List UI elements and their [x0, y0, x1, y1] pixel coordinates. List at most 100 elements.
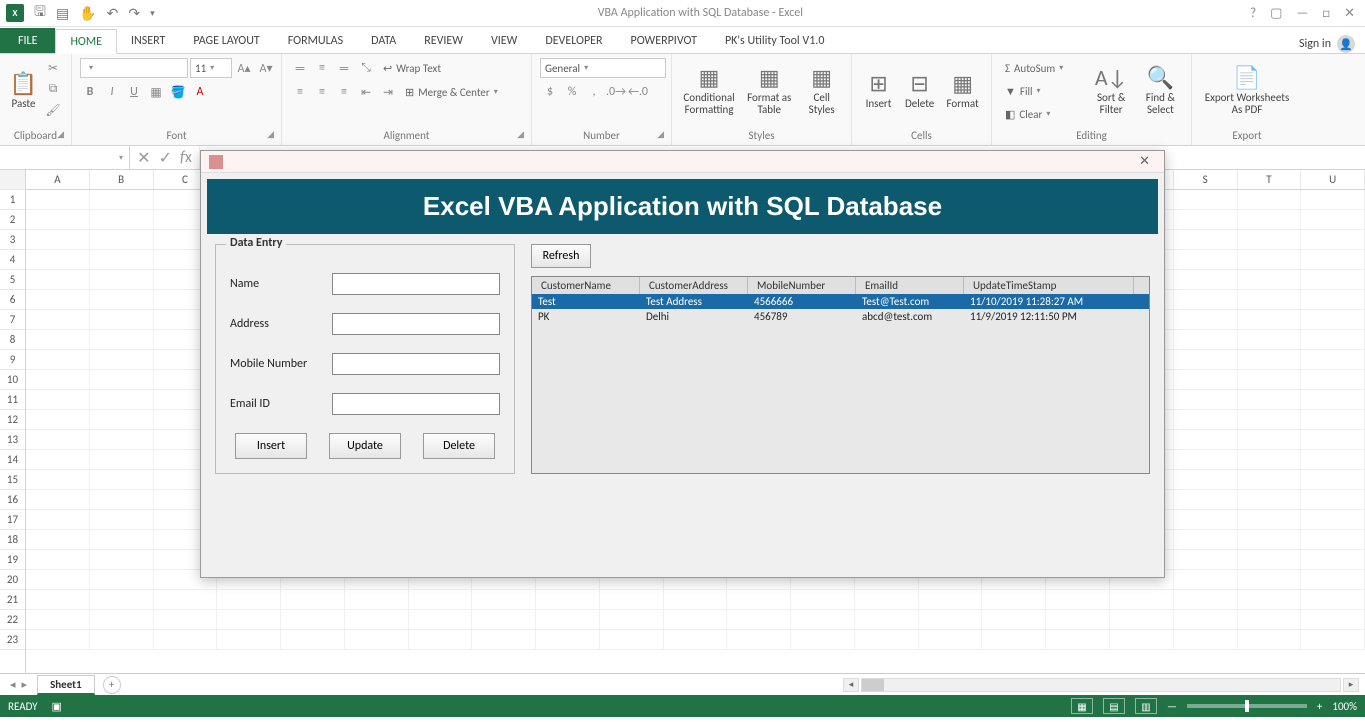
- userform-titlebar[interactable]: ✕: [201, 151, 1164, 173]
- row-header[interactable]: 10: [0, 370, 25, 390]
- cell[interactable]: [281, 590, 345, 610]
- tab-pk-utility[interactable]: PK's Utility Tool V1.0: [711, 28, 838, 53]
- bold-button[interactable]: B: [80, 82, 100, 102]
- column-header[interactable]: T: [1238, 170, 1302, 189]
- zoom-in-icon[interactable]: +: [1317, 700, 1322, 713]
- cell[interactable]: [1301, 490, 1365, 510]
- cell[interactable]: [90, 570, 154, 590]
- align-middle-icon[interactable]: ≡: [312, 58, 332, 78]
- tab-nav-first-icon[interactable]: ◂: [10, 678, 16, 691]
- zoom-level[interactable]: 100%: [1332, 700, 1357, 713]
- cell[interactable]: [1238, 330, 1302, 350]
- list-col-emailid[interactable]: EmailId: [856, 277, 964, 294]
- cell[interactable]: [1301, 210, 1365, 230]
- column-header[interactable]: S: [1174, 170, 1238, 189]
- cell[interactable]: [1301, 410, 1365, 430]
- cell[interactable]: [26, 250, 90, 270]
- cell[interactable]: [1174, 350, 1238, 370]
- cell[interactable]: [600, 630, 664, 650]
- cell[interactable]: [1238, 610, 1302, 630]
- align-right-icon[interactable]: ≡: [334, 82, 354, 102]
- cell[interactable]: [982, 630, 1046, 650]
- cell[interactable]: [536, 630, 600, 650]
- horizontal-scrollbar[interactable]: ◂ ▸: [121, 678, 1365, 692]
- cell[interactable]: [1238, 570, 1302, 590]
- open-icon[interactable]: ▤: [56, 5, 69, 22]
- cell[interactable]: [791, 630, 855, 650]
- cell[interactable]: [90, 530, 154, 550]
- cell[interactable]: [1046, 610, 1110, 630]
- cell[interactable]: [1238, 230, 1302, 250]
- cell[interactable]: [727, 590, 791, 610]
- cell[interactable]: [26, 390, 90, 410]
- row-header[interactable]: 13: [0, 430, 25, 450]
- cell[interactable]: [1301, 510, 1365, 530]
- cell[interactable]: [26, 410, 90, 430]
- cell[interactable]: [1238, 250, 1302, 270]
- cell[interactable]: [26, 290, 90, 310]
- tab-review[interactable]: REVIEW: [410, 28, 477, 53]
- cell[interactable]: [1301, 550, 1365, 570]
- update-button[interactable]: Update: [329, 433, 401, 459]
- cell[interactable]: [90, 610, 154, 630]
- sheet-tab[interactable]: Sheet1: [37, 675, 95, 695]
- cell[interactable]: [1238, 550, 1302, 570]
- cell[interactable]: [1174, 370, 1238, 390]
- cell[interactable]: [1174, 450, 1238, 470]
- cell[interactable]: [1046, 590, 1110, 610]
- clipboard-launcher-icon[interactable]: ◢: [57, 129, 64, 140]
- cell[interactable]: [1174, 630, 1238, 650]
- cell[interactable]: [1301, 570, 1365, 590]
- insert-cells-button[interactable]: ⊞Insert: [860, 58, 897, 124]
- font-color-button[interactable]: A: [190, 82, 210, 102]
- list-row[interactable]: Test Test Address 4566666 Test@Test.com …: [532, 294, 1149, 309]
- cell[interactable]: [26, 490, 90, 510]
- cell[interactable]: [1238, 450, 1302, 470]
- cell[interactable]: [281, 630, 345, 650]
- cell[interactable]: [26, 310, 90, 330]
- decrease-font-icon[interactable]: A▾: [256, 58, 276, 78]
- increase-font-icon[interactable]: A▴: [234, 58, 254, 78]
- cancel-fx-icon[interactable]: ✕: [137, 148, 150, 168]
- cell[interactable]: [664, 630, 728, 650]
- cell[interactable]: [90, 190, 154, 210]
- delete-cells-button[interactable]: ⊟Delete: [901, 58, 938, 124]
- scroll-left-icon[interactable]: ◂: [843, 678, 859, 692]
- row-header[interactable]: 2: [0, 210, 25, 230]
- find-select-button[interactable]: 🔍Find & Select: [1138, 58, 1183, 124]
- enter-fx-icon[interactable]: ✓: [159, 148, 172, 168]
- tab-data[interactable]: DATA: [357, 28, 410, 53]
- row-header[interactable]: 14: [0, 450, 25, 470]
- row-header[interactable]: 1: [0, 190, 25, 210]
- help-icon[interactable]: ?: [1250, 6, 1256, 21]
- cell[interactable]: [1174, 210, 1238, 230]
- tab-page-layout[interactable]: PAGE LAYOUT: [179, 28, 273, 53]
- cell[interactable]: [855, 630, 919, 650]
- cell[interactable]: [26, 630, 90, 650]
- cell[interactable]: [1238, 470, 1302, 490]
- row-header[interactable]: 7: [0, 310, 25, 330]
- cell[interactable]: [1301, 310, 1365, 330]
- cell[interactable]: [1174, 590, 1238, 610]
- font-name-combo[interactable]: ▾: [80, 58, 188, 78]
- cell[interactable]: [1174, 470, 1238, 490]
- list-col-mobilenumber[interactable]: MobileNumber: [748, 277, 856, 294]
- sign-in[interactable]: Sign in 👤: [1289, 35, 1365, 53]
- row-header[interactable]: 5: [0, 270, 25, 290]
- cell[interactable]: [345, 630, 409, 650]
- cell[interactable]: [919, 630, 983, 650]
- cell[interactable]: [919, 610, 983, 630]
- cell[interactable]: [664, 590, 728, 610]
- tab-powerpivot[interactable]: POWERPIVOT: [617, 28, 711, 53]
- cell[interactable]: [1174, 570, 1238, 590]
- cell[interactable]: [154, 610, 218, 630]
- cell[interactable]: [600, 610, 664, 630]
- cell[interactable]: [727, 610, 791, 630]
- cell[interactable]: [154, 590, 218, 610]
- tab-insert[interactable]: INSERT: [117, 28, 179, 53]
- comma-icon[interactable]: ,: [584, 82, 604, 102]
- qat-dropdown-icon[interactable]: ▾: [150, 8, 155, 19]
- cell[interactable]: [90, 410, 154, 430]
- cell[interactable]: [1174, 270, 1238, 290]
- row-header[interactable]: 22: [0, 610, 25, 630]
